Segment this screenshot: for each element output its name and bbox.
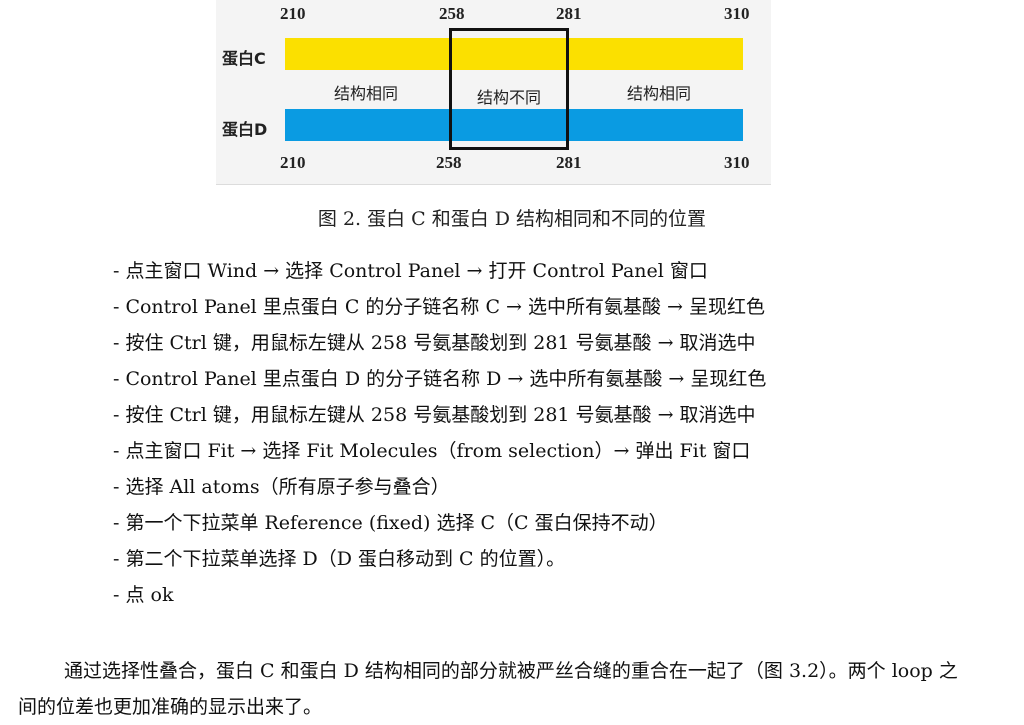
step-item: - 按住 Ctrl 键，用鼠标左键从 258 号氨基酸划到 281 号氨基酸 →… xyxy=(113,404,756,426)
bottom-tick-310: 310 xyxy=(724,153,750,172)
bottom-tick-281: 281 xyxy=(556,153,582,172)
instruction-steps: - 点主窗口 Wind → 选择 Control Panel → 打开 Cont… xyxy=(113,255,766,615)
protein-d-label: 蛋白D xyxy=(222,120,268,139)
bottom-tick-210: 210 xyxy=(280,153,306,172)
step-item: - Control Panel 里点蛋白 C 的分子链名称 C → 选中所有氨基… xyxy=(113,296,765,318)
step-item: - 第二个下拉菜单选择 D（D 蛋白移动到 C 的位置）。 xyxy=(113,548,566,570)
region-label-same-left: 结构相同 xyxy=(333,84,398,103)
step-item: - 点 ok xyxy=(113,584,174,606)
step-item: - 点主窗口 Fit → 选择 Fit Molecules（from selec… xyxy=(113,440,751,462)
top-tick-310: 310 xyxy=(724,4,750,23)
step-item: - 按住 Ctrl 键，用鼠标左键从 258 号氨基酸划到 281 号氨基酸 →… xyxy=(113,332,756,354)
step-item: - 点主窗口 Wind → 选择 Control Panel → 打开 Cont… xyxy=(113,260,708,282)
protein-c-label: 蛋白C xyxy=(222,49,266,68)
different-region-box xyxy=(449,28,569,150)
top-tick-281: 281 xyxy=(556,4,582,23)
region-label-same-right: 结构相同 xyxy=(626,84,691,103)
top-tick-258: 258 xyxy=(439,4,465,23)
step-item: - 选择 All atoms（所有原子参与叠合） xyxy=(113,476,450,498)
step-item: - Control Panel 里点蛋白 D 的分子链名称 D → 选中所有氨基… xyxy=(113,368,767,390)
top-tick-210: 210 xyxy=(280,4,306,23)
bottom-tick-258: 258 xyxy=(436,153,462,172)
body-paragraph: 通过选择性叠合，蛋白 C 和蛋白 D 结构相同的部分就被严丝合缝的重合在一起了（… xyxy=(18,653,976,725)
protein-structure-figure: 210 258 281 310 蛋白C 结构相同 结构不同 结构相同 蛋白D 2… xyxy=(216,0,771,185)
step-item: - 第一个下拉菜单 Reference (fixed) 选择 C（C 蛋白保持不… xyxy=(113,512,668,534)
paragraph-text: 通过选择性叠合，蛋白 C 和蛋白 D 结构相同的部分就被严丝合缝的重合在一起了（… xyxy=(18,660,958,718)
figure-caption: 图 2. 蛋白 C 和蛋白 D 结构相同和不同的位置 xyxy=(317,208,707,230)
